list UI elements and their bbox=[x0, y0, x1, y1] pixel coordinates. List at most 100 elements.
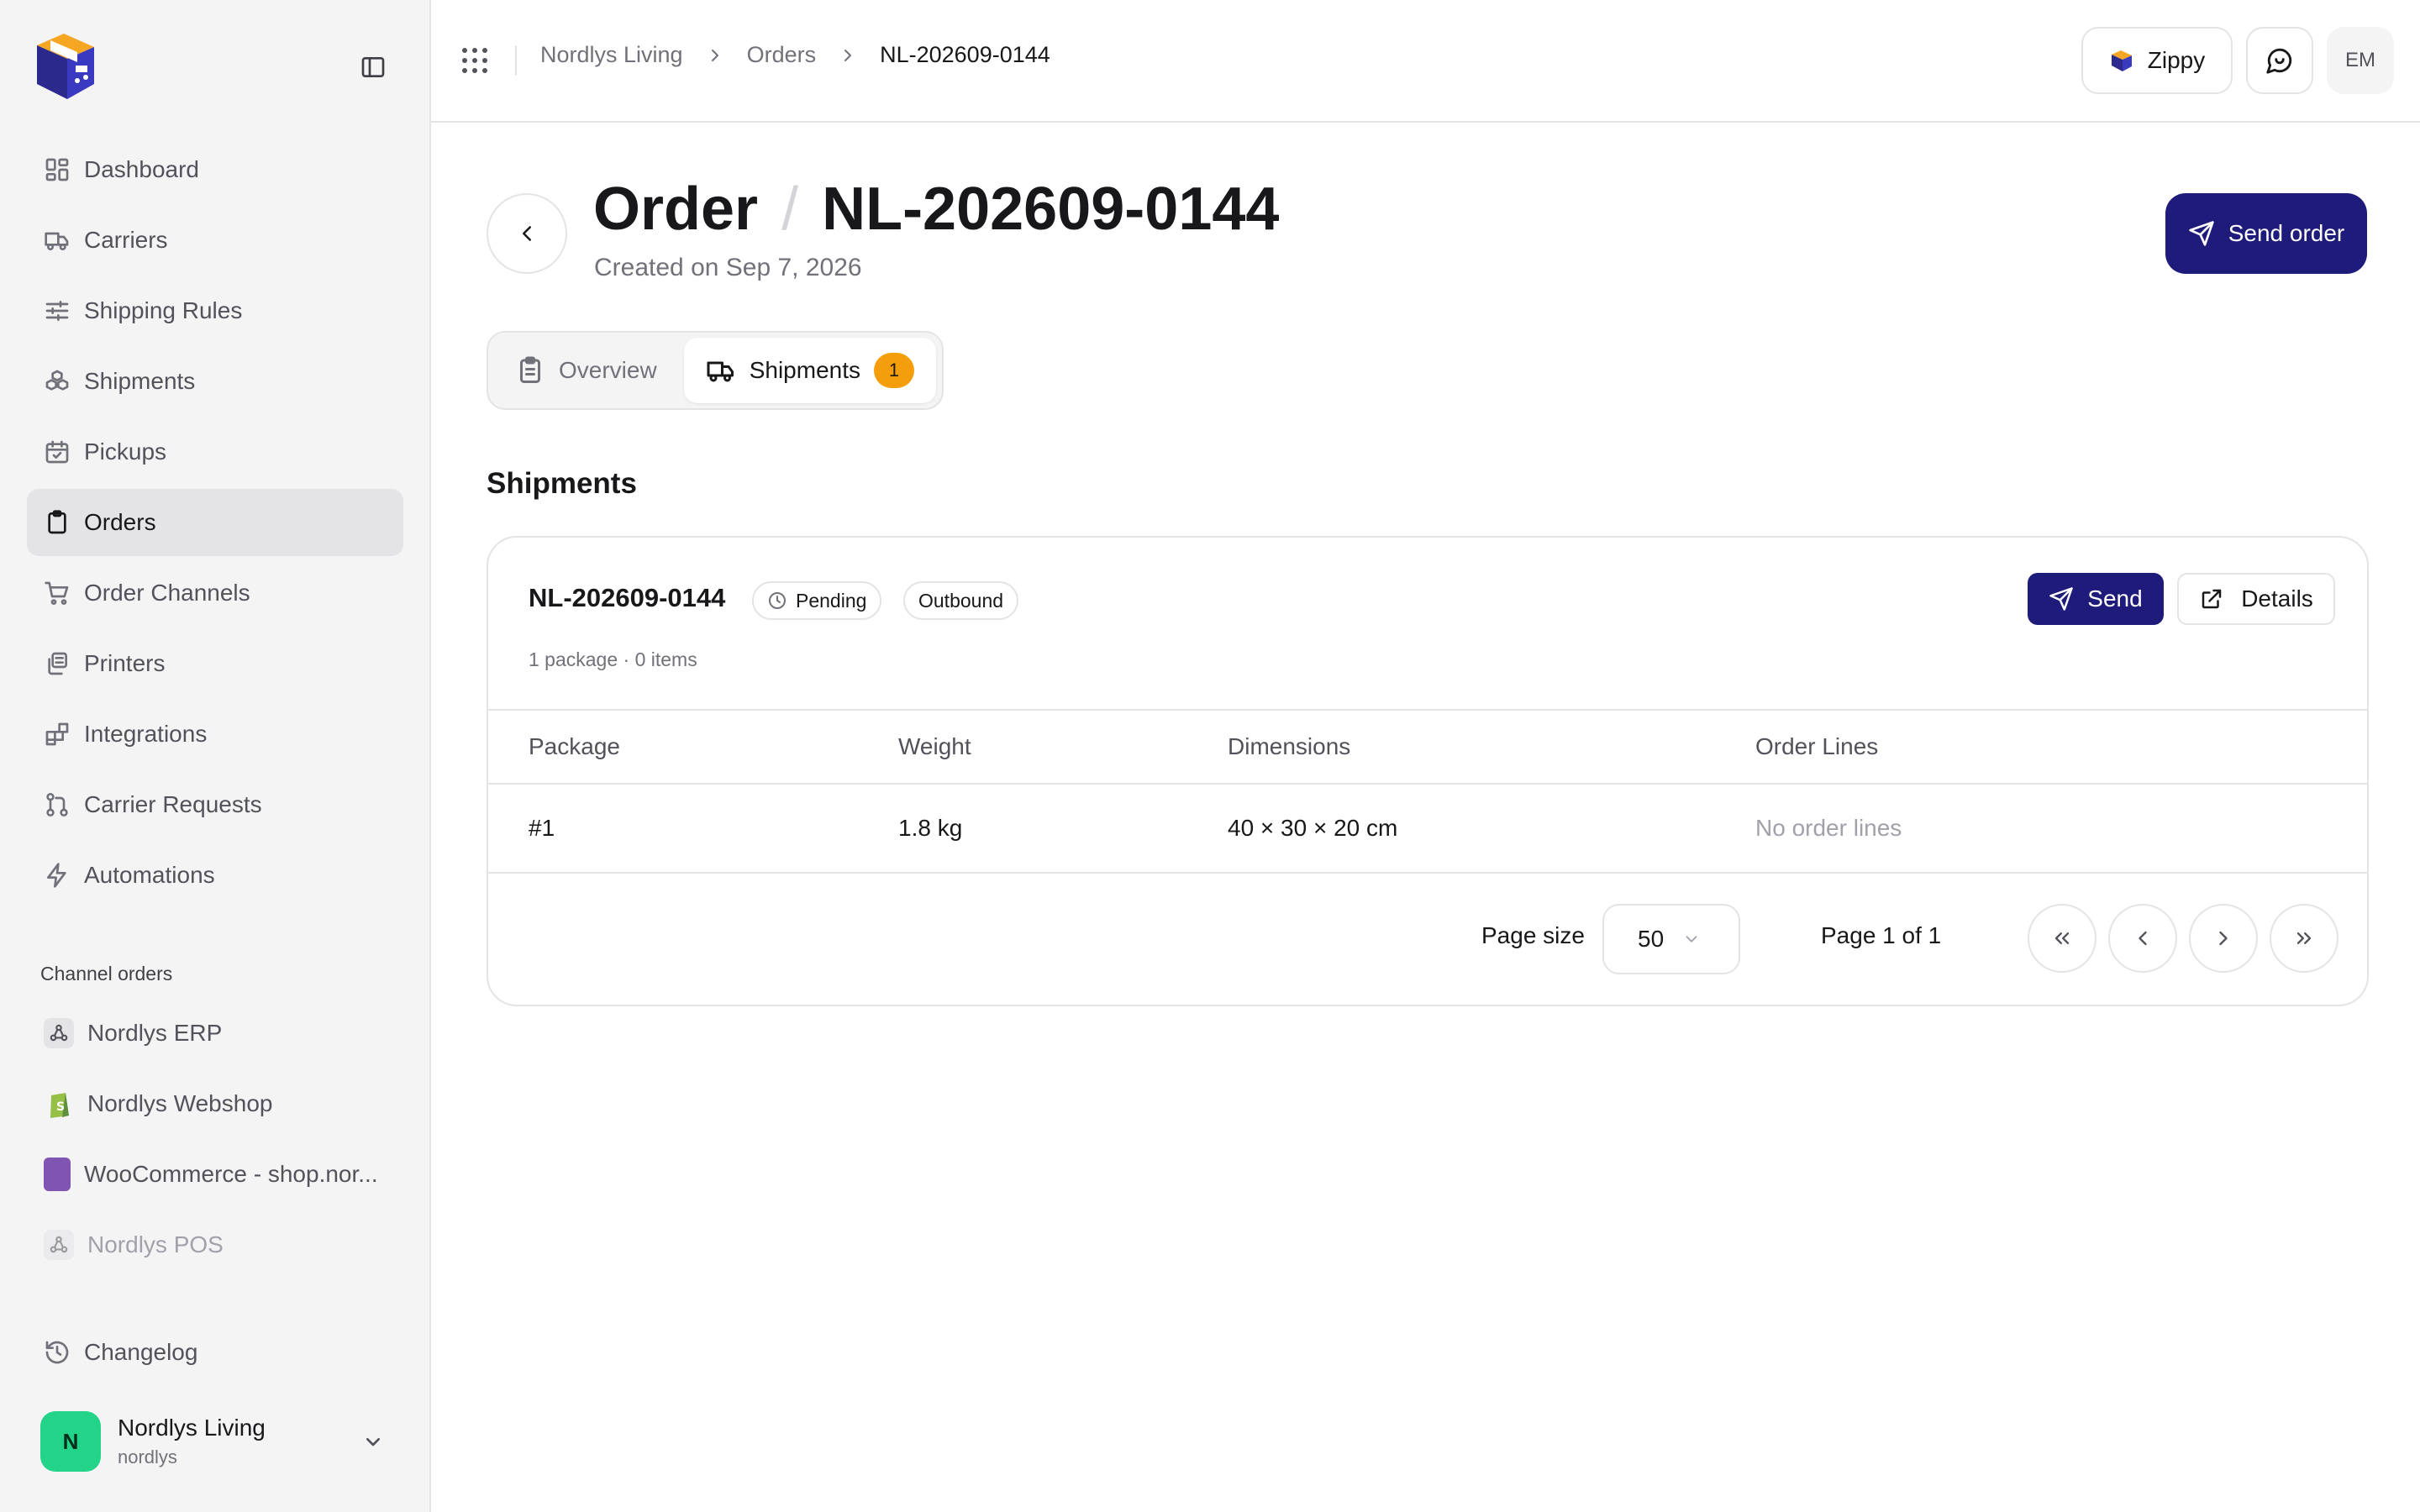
nav-item-automations[interactable]: Automations bbox=[27, 842, 403, 909]
chevrons-left-icon bbox=[2050, 927, 2074, 950]
table-header: Package Weight Dimensions Order Lines bbox=[488, 709, 2367, 785]
next-page-button[interactable] bbox=[2189, 904, 2258, 973]
page-size-select[interactable]: 50 bbox=[1602, 904, 1740, 974]
woocommerce-icon bbox=[44, 1158, 71, 1191]
header-divider bbox=[515, 45, 517, 76]
nav-item-label: Printers bbox=[84, 650, 166, 676]
main-nav: Dashboard Carriers Shipping Rules Shipme… bbox=[27, 136, 403, 912]
direction-label: Outbound bbox=[918, 589, 1004, 612]
history-icon bbox=[44, 1339, 71, 1366]
nav-item-dashboard[interactable]: Dashboard bbox=[27, 136, 403, 203]
sliders-icon bbox=[44, 297, 71, 324]
zippy-logo-icon bbox=[2109, 48, 2134, 73]
nav-item-printers[interactable]: Printers bbox=[27, 630, 403, 697]
chevron-right-icon bbox=[838, 45, 858, 66]
webhook-icon bbox=[44, 1230, 74, 1260]
blocks-icon bbox=[44, 721, 71, 748]
column-header-package: Package bbox=[529, 733, 620, 759]
breadcrumb-item-organization[interactable]: Nordlys Living bbox=[540, 42, 683, 68]
breadcrumb-item-current: NL-202609-0144 bbox=[880, 42, 1050, 67]
webhook-icon bbox=[44, 1018, 74, 1048]
nav-item-label: Automations bbox=[84, 862, 215, 888]
main-content: Order / NL-202609-0144 Created on Sep 7,… bbox=[431, 124, 2420, 1512]
cell-weight: 1.8 kg bbox=[898, 815, 963, 841]
account-avatar: N bbox=[40, 1411, 101, 1472]
svg-text:S: S bbox=[56, 1100, 65, 1114]
zippy-button[interactable]: Zippy bbox=[2081, 27, 2233, 94]
shipment-card: NL-202609-0144 Pending Outbound 1 packag… bbox=[487, 536, 2369, 1006]
page-title-order-id: NL-202609-0144 bbox=[822, 176, 1280, 243]
channel-item-label: Nordlys ERP bbox=[87, 1020, 223, 1046]
page-title-label: Order bbox=[593, 176, 759, 243]
send-order-button[interactable]: Send order bbox=[2165, 193, 2367, 274]
nav-item-order-channels[interactable]: Order Channels bbox=[27, 559, 403, 627]
tab-overview[interactable]: Overview bbox=[493, 338, 679, 403]
send-icon bbox=[2049, 586, 2074, 612]
nav-item-integrations[interactable]: Integrations bbox=[27, 701, 403, 768]
chevron-down-icon bbox=[360, 1428, 387, 1455]
account-switcher[interactable]: N Nordlys Living nordlys bbox=[27, 1403, 403, 1480]
truck-icon bbox=[706, 355, 736, 386]
shipment-id: NL-202609-0144 bbox=[529, 583, 726, 612]
page-size-label: Page size bbox=[1481, 922, 1585, 948]
breadcrumb: Nordlys Living Orders NL-202609-0144 bbox=[540, 42, 1050, 68]
breadcrumb-item-orders[interactable]: Orders bbox=[747, 42, 817, 68]
created-date: Created on Sep 7, 2026 bbox=[594, 254, 862, 281]
clipboard-list-icon bbox=[515, 355, 545, 386]
column-header-weight: Weight bbox=[898, 733, 971, 759]
nav-item-carrier-requests[interactable]: Carrier Requests bbox=[27, 771, 403, 838]
chevron-left-icon bbox=[514, 221, 539, 246]
send-shipment-button[interactable]: Send bbox=[2028, 573, 2164, 625]
message-circle-icon bbox=[2265, 46, 2294, 75]
channel-item-nordlys-pos[interactable]: Nordlys POS bbox=[27, 1211, 403, 1278]
nav-item-label: Shipping Rules bbox=[84, 297, 243, 323]
order-tabs: Overview Shipments 1 bbox=[487, 331, 944, 410]
details-label: Details bbox=[2241, 585, 2313, 612]
channel-item-label: WooCommerce - shop.nor... bbox=[84, 1161, 378, 1187]
details-button[interactable]: Details bbox=[2177, 573, 2335, 625]
nav-item-shipping-rules[interactable]: Shipping Rules bbox=[27, 277, 403, 344]
status-label: Pending bbox=[796, 589, 867, 612]
column-header-dimensions: Dimensions bbox=[1228, 733, 1351, 759]
tab-shipments[interactable]: Shipments 1 bbox=[683, 338, 936, 403]
last-page-button[interactable] bbox=[2270, 904, 2338, 973]
chevron-right-icon bbox=[705, 45, 725, 66]
shipment-meta: 1 package · 0 items bbox=[529, 648, 697, 670]
column-header-order-lines: Order Lines bbox=[1755, 733, 1879, 759]
channel-item-label: Nordlys Webshop bbox=[87, 1090, 273, 1116]
channel-orders-heading: Channel orders bbox=[40, 963, 173, 984]
first-page-button[interactable] bbox=[2028, 904, 2096, 973]
channel-item-woocommerce[interactable]: WooCommerce - shop.nor... bbox=[27, 1141, 403, 1208]
apps-grid-icon[interactable] bbox=[460, 45, 490, 76]
page-info: Page 1 of 1 bbox=[1821, 922, 1942, 948]
sidebar-toggle-icon[interactable] bbox=[360, 54, 387, 81]
nav-item-orders[interactable]: Orders bbox=[27, 489, 403, 556]
nav-item-label: Integrations bbox=[84, 721, 208, 747]
tab-label: Overview bbox=[559, 357, 657, 383]
back-button[interactable] bbox=[487, 193, 567, 274]
boxes-icon bbox=[44, 368, 71, 395]
chevron-down-icon bbox=[1682, 930, 1701, 948]
clock-icon bbox=[767, 591, 787, 611]
support-chat-button[interactable] bbox=[2246, 27, 2313, 94]
shipments-count-badge: 1 bbox=[874, 353, 914, 388]
nav-item-label: Carriers bbox=[84, 227, 168, 253]
chevron-right-icon bbox=[2212, 927, 2235, 950]
page-size-value: 50 bbox=[1638, 926, 1665, 952]
nav-item-label: Carrier Requests bbox=[84, 791, 262, 817]
nav-item-carriers[interactable]: Carriers bbox=[27, 207, 403, 274]
app-logo[interactable] bbox=[29, 29, 104, 104]
direction-badge: Outbound bbox=[903, 581, 1019, 620]
nav-item-label: Shipments bbox=[84, 368, 196, 394]
nav-item-label: Order Channels bbox=[84, 580, 250, 606]
user-avatar[interactable]: EM bbox=[2327, 27, 2394, 94]
printer-icon bbox=[44, 650, 71, 677]
changelog-link[interactable]: Changelog bbox=[27, 1319, 403, 1386]
nav-item-pickups[interactable]: Pickups bbox=[27, 418, 403, 486]
table-row: #1 1.8 kg 40 × 30 × 20 cm No order lines bbox=[488, 785, 2367, 874]
channel-item-nordlys-erp[interactable]: Nordlys ERP bbox=[27, 1000, 403, 1067]
nav-item-shipments[interactable]: Shipments bbox=[27, 348, 403, 415]
external-link-icon bbox=[2199, 586, 2224, 612]
channel-item-nordlys-webshop[interactable]: S Nordlys Webshop bbox=[27, 1070, 403, 1137]
prev-page-button[interactable] bbox=[2108, 904, 2177, 973]
